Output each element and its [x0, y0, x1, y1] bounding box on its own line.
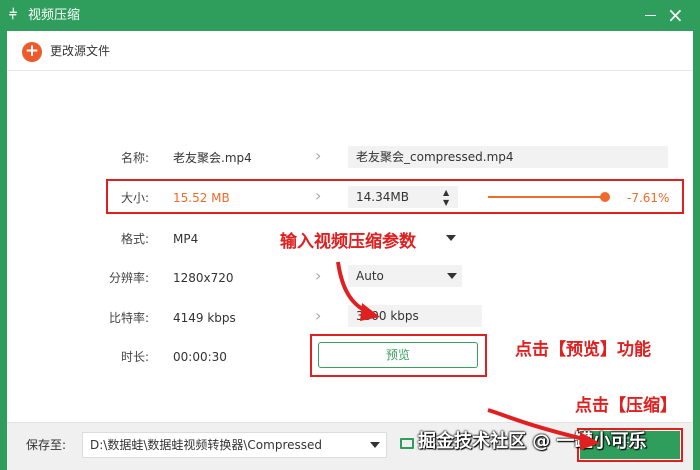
- arrow-head-bitrate: [360, 303, 380, 321]
- annotation-arrows: [336, 261, 600, 450]
- arrow-head-compress: [580, 432, 600, 450]
- arrow-to-compress: [487, 408, 589, 442]
